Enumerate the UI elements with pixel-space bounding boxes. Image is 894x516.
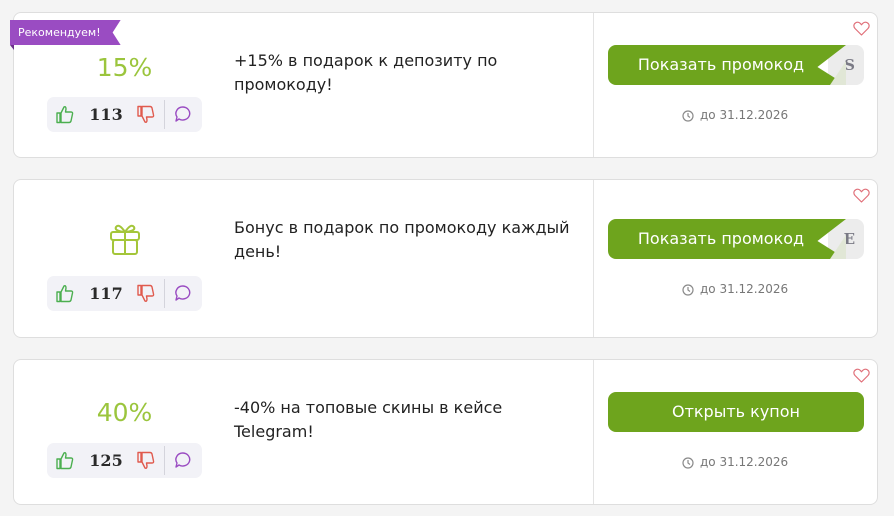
offer-card: 40% 125 -40% на топовые скины в кейсе Te… xyxy=(13,359,878,505)
comment-icon[interactable] xyxy=(174,451,192,469)
vote-separator xyxy=(164,446,165,475)
column-divider xyxy=(593,13,594,157)
offer-value: 15% xyxy=(47,53,202,83)
clock-icon xyxy=(682,110,694,122)
thumbs-down-icon[interactable] xyxy=(137,105,155,124)
vote-box: 113 xyxy=(47,97,202,132)
show-promo-button[interactable]: E Показать промокод xyxy=(608,219,864,259)
expiry-text: до 31.12.2026 xyxy=(700,282,789,296)
show-promo-button[interactable]: S Показать промокод xyxy=(608,45,864,85)
thumbs-up-icon[interactable] xyxy=(56,284,74,303)
vote-count: 125 xyxy=(89,451,123,470)
gift-icon xyxy=(109,224,140,255)
column-divider xyxy=(593,180,594,337)
offer-description: -40% на топовые скины в кейсе Telegram! xyxy=(234,398,503,441)
favorite-heart-icon[interactable] xyxy=(853,188,870,203)
clock-icon xyxy=(682,284,694,296)
offer-description: Бонус в подарок по промокоду каждый день… xyxy=(234,218,570,261)
comment-icon[interactable] xyxy=(174,105,192,123)
expiry-date: до 31.12.2026 xyxy=(682,281,788,297)
offer-value: 40% xyxy=(47,398,202,428)
discount-percent: 40% xyxy=(96,398,153,427)
offer-card: Рекомендуем! 15% 113 +15% в подарок к де… xyxy=(10,12,878,158)
offer-value xyxy=(47,220,202,260)
recommended-badge: Рекомендуем! xyxy=(10,20,121,45)
badge-fold xyxy=(10,45,14,50)
thumbs-down-icon[interactable] xyxy=(137,284,155,303)
expiry-date: до 31.12.2026 xyxy=(682,454,788,470)
offer-card: 117 Бонус в подарок по промокоду каждый … xyxy=(13,179,878,338)
comment-icon[interactable] xyxy=(174,284,192,302)
vote-separator xyxy=(164,100,165,129)
vote-box: 125 xyxy=(47,443,202,478)
favorite-heart-icon[interactable] xyxy=(853,21,870,36)
vote-box: 117 xyxy=(47,276,202,311)
thumbs-up-icon[interactable] xyxy=(56,451,74,470)
vote-count: 117 xyxy=(89,284,123,303)
show-promo-label: Показать промокод xyxy=(608,45,846,85)
vote-separator xyxy=(164,279,165,308)
clock-icon xyxy=(682,457,694,469)
open-coupon-button[interactable]: Открыть купон xyxy=(608,392,864,432)
expiry-date: до 31.12.2026 xyxy=(682,107,788,123)
expiry-text: до 31.12.2026 xyxy=(700,455,789,469)
offer-description: +15% в подарок к депозиту по промокоду! xyxy=(234,51,498,94)
thumbs-down-icon[interactable] xyxy=(137,451,155,470)
vote-count: 113 xyxy=(89,105,123,124)
discount-percent: 15% xyxy=(96,53,153,82)
show-promo-label: Показать промокод xyxy=(608,219,846,259)
favorite-heart-icon[interactable] xyxy=(853,368,870,383)
thumbs-up-icon[interactable] xyxy=(56,105,74,124)
expiry-text: до 31.12.2026 xyxy=(700,108,789,122)
column-divider xyxy=(593,360,594,504)
